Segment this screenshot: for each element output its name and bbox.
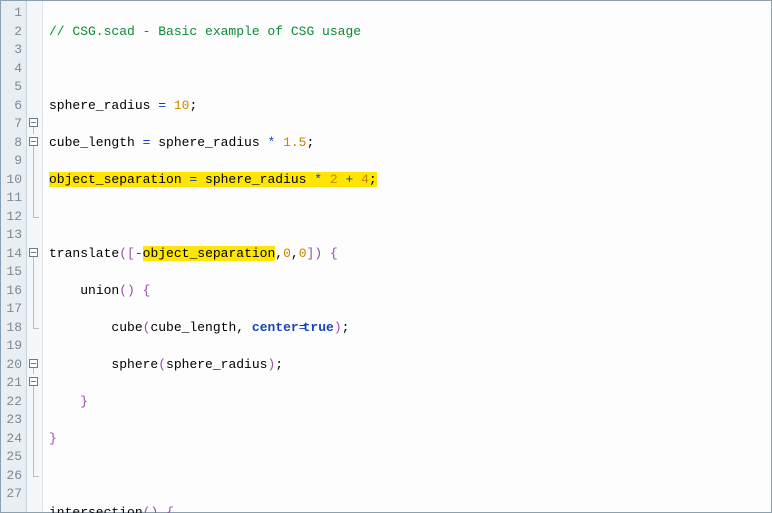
line-number: 2: [1, 23, 22, 42]
code-line[interactable]: sphere(sphere_radius);: [49, 356, 771, 375]
code-line[interactable]: }: [49, 430, 771, 449]
line-number: 13: [1, 226, 22, 245]
line-number: 9: [1, 152, 22, 171]
line-number: 26: [1, 467, 22, 486]
line-number: 3: [1, 41, 22, 60]
fold-toggle[interactable]: [27, 134, 42, 153]
line-number: 14: [1, 245, 22, 264]
fold-toggle[interactable]: [27, 356, 42, 375]
line-number-gutter: 1 2 3 4 5 6 7 8 9 10 11 12 13 14 15 16 1…: [1, 1, 27, 512]
line-number: 5: [1, 78, 22, 97]
code-line[interactable]: cube_length = sphere_radius * 1.5;: [49, 134, 771, 153]
code-line[interactable]: // CSG.scad - Basic example of CSG usage: [49, 23, 771, 42]
code-line[interactable]: intersection() {: [49, 504, 771, 513]
code-line[interactable]: sphere_radius = 10;: [49, 97, 771, 116]
fold-toggle[interactable]: [27, 245, 42, 264]
line-number: 11: [1, 189, 22, 208]
line-number: 1: [1, 4, 22, 23]
search-highlight: object_separation = sphere_radius * 2 + …: [49, 172, 377, 187]
code-line[interactable]: [49, 60, 771, 79]
line-number: 6: [1, 97, 22, 116]
code-editor[interactable]: 1 2 3 4 5 6 7 8 9 10 11 12 13 14 15 16 1…: [0, 0, 772, 513]
line-number: 23: [1, 411, 22, 430]
fold-gutter: [27, 1, 43, 512]
code-line[interactable]: }: [49, 393, 771, 412]
code-line[interactable]: union() {: [49, 282, 771, 301]
code-area[interactable]: // CSG.scad - Basic example of CSG usage…: [43, 1, 771, 512]
line-number: 27: [1, 485, 22, 504]
line-number: 12: [1, 208, 22, 227]
fold-toggle[interactable]: [27, 374, 42, 393]
line-number: 21: [1, 374, 22, 393]
line-number: 25: [1, 448, 22, 467]
code-line[interactable]: [49, 467, 771, 486]
line-number: 10: [1, 171, 22, 190]
line-number: 24: [1, 430, 22, 449]
search-highlight: object_separation: [143, 246, 276, 261]
line-number: 20: [1, 356, 22, 375]
code-line[interactable]: translate([-object_separation,0,0]) {: [49, 245, 771, 264]
line-number: 17: [1, 300, 22, 319]
line-number: 4: [1, 60, 22, 79]
comment-text: // CSG.scad - Basic example of CSG usage: [49, 24, 361, 39]
line-number: 15: [1, 263, 22, 282]
code-line[interactable]: object_separation = sphere_radius * 2 + …: [49, 171, 771, 190]
line-number: 16: [1, 282, 22, 301]
line-number: 18: [1, 319, 22, 338]
line-number: 22: [1, 393, 22, 412]
line-number: 8: [1, 134, 22, 153]
code-line[interactable]: cube(cube_length, center = true);: [49, 319, 771, 338]
line-number: 7: [1, 115, 22, 134]
code-line[interactable]: [49, 208, 771, 227]
line-number: 19: [1, 337, 22, 356]
fold-toggle[interactable]: [27, 115, 42, 134]
